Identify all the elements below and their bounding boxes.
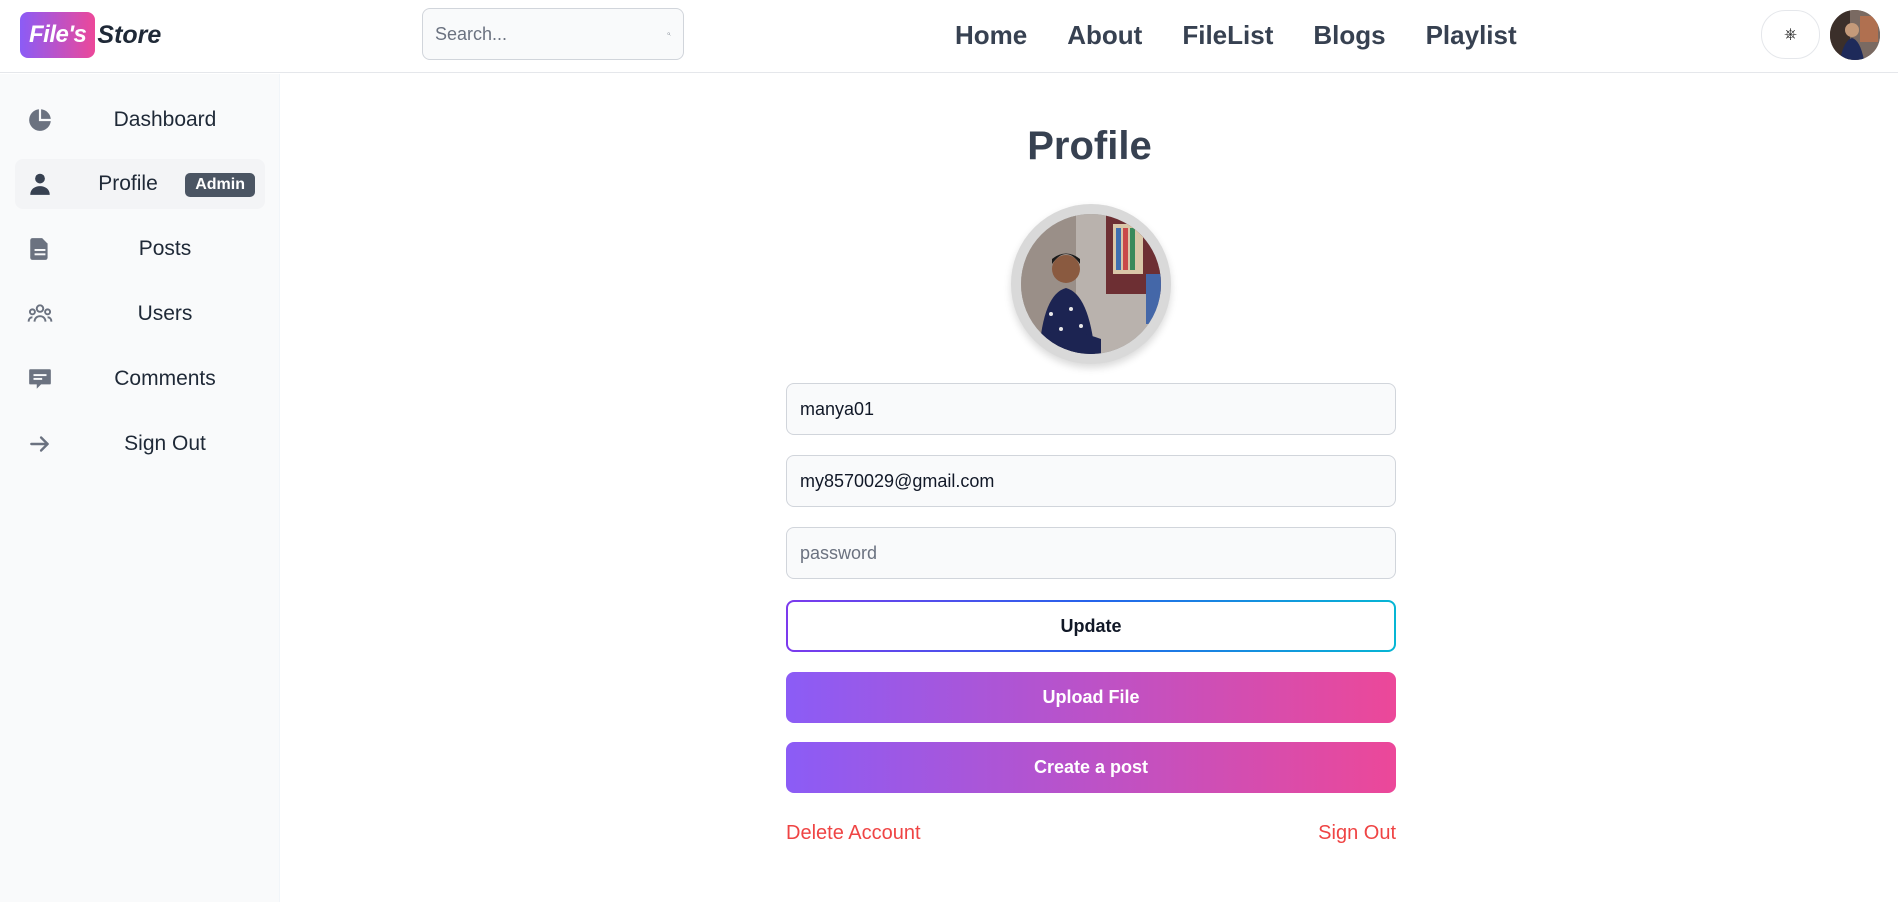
main-nav: Home About FileList Blogs Playlist — [955, 17, 1517, 53]
nav-about[interactable]: About — [1067, 17, 1142, 53]
admin-badge: Admin — [185, 173, 255, 197]
nav-playlist[interactable]: Playlist — [1426, 17, 1517, 53]
sidebar-item-label: Sign Out — [124, 432, 206, 455]
sidebar-item-users[interactable]: Users — [15, 289, 265, 339]
delete-account-link[interactable]: Delete Account — [786, 822, 921, 845]
sidebar-item-label: Users — [137, 302, 193, 325]
profile-photo-image — [1021, 214, 1161, 354]
upload-file-button[interactable]: Upload File — [786, 672, 1396, 723]
logo-text: Store — [97, 20, 162, 49]
sidebar-item-label: Posts — [138, 237, 192, 260]
document-icon — [30, 238, 48, 260]
users-group-icon — [27, 304, 53, 322]
sidebar-item-dashboard[interactable]: Dashboard — [15, 95, 265, 145]
user-avatar[interactable] — [1830, 10, 1880, 60]
top-navbar: File's Store Home About FileList Blogs P… — [0, 0, 1898, 73]
sidebar-item-comments[interactable]: Comments — [15, 354, 265, 404]
nav-filelist[interactable]: FileList — [1182, 17, 1273, 53]
theme-toggle-button[interactable]: ⎈ — [1761, 10, 1820, 59]
theme-icon: ⎈ — [1784, 25, 1797, 43]
email-field[interactable] — [786, 455, 1396, 507]
sidebar-item-label: Profile — [98, 172, 158, 195]
page-title: Profile — [1027, 124, 1152, 168]
username-field[interactable] — [786, 383, 1396, 435]
nav-blogs[interactable]: Blogs — [1313, 17, 1385, 53]
sidebar-item-sign-out[interactable]: Sign Out — [15, 419, 265, 469]
sidebar: Dashboard Profile Admin Posts Users Comm… — [0, 74, 280, 902]
logo-badge: File's — [20, 12, 96, 58]
sign-out-link[interactable]: Sign Out — [1318, 822, 1396, 845]
profile-photo[interactable] — [1011, 204, 1171, 364]
sidebar-item-label: Comments — [114, 367, 216, 390]
update-button-label: Update — [788, 602, 1394, 650]
arrow-right-icon — [30, 436, 49, 452]
sidebar-item-posts[interactable]: Posts — [15, 224, 265, 274]
create-post-button[interactable]: Create a post — [786, 742, 1396, 793]
search-icon[interactable] — [667, 22, 671, 46]
comment-icon — [29, 369, 51, 389]
user-icon — [30, 173, 50, 195]
password-field[interactable] — [786, 527, 1396, 579]
avatar-photo — [1830, 10, 1880, 60]
sidebar-item-label: Dashboard — [113, 108, 217, 131]
search-box — [422, 8, 684, 60]
pie-chart-icon — [29, 109, 51, 131]
profile-main: Profile Update Upload File Create a post… — [281, 74, 1898, 902]
brand-logo[interactable]: File's Store — [20, 12, 161, 58]
nav-home[interactable]: Home — [955, 17, 1027, 53]
sidebar-item-profile[interactable]: Profile Admin — [15, 159, 265, 209]
search-input[interactable] — [435, 23, 667, 45]
update-button[interactable]: Update — [786, 600, 1396, 652]
